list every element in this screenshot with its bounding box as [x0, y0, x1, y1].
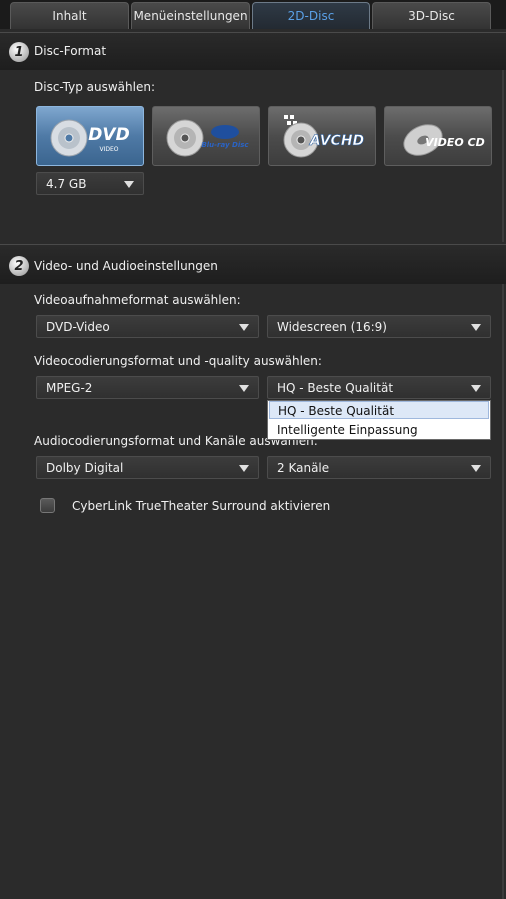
dvd-sub-text: VIDEO [99, 146, 118, 153]
quality-dropdown[interactable]: HQ - Beste Qualität [267, 376, 491, 399]
chevron-down-icon [471, 465, 481, 472]
disc-type-bluray-button[interactable]: Blu-ray Disc [152, 106, 260, 166]
disc-type-videocd-button[interactable]: VIDEO CD [384, 106, 492, 166]
aspect-ratio-dropdown[interactable]: Widescreen (16:9) [267, 315, 491, 338]
videocd-logo-text: VIDEO CD [425, 136, 485, 149]
video-record-format-label: Videoaufnahmeformat auswählen: [34, 293, 241, 307]
chevron-down-icon [239, 324, 249, 331]
quality-option-smart-fit[interactable]: Intelligente Einpassung [269, 421, 489, 439]
quality-option-hq[interactable]: HQ - Beste Qualität [269, 401, 489, 419]
dvd-video-icon: DVD VIDEO [50, 119, 130, 157]
chevron-down-icon [124, 181, 134, 188]
bluray-logo-text: Blu-ray Disc [201, 141, 249, 149]
avchd-icon: AVCHD [283, 115, 364, 158]
disc-type-avchd-button[interactable]: AVCHD [268, 106, 376, 166]
tab-bar: Inhalt Menüeinstellungen 2D-Disc 3D-Disc [0, 0, 506, 29]
step-number-badge: 1 [9, 42, 29, 62]
disc-type-label: Disc-Typ auswählen: [34, 80, 155, 94]
section-video-audio-header: 2 Video- und Audioeinstellungen [0, 244, 506, 284]
audio-codec-dropdown[interactable]: Dolby Digital [36, 456, 259, 479]
surround-checkbox-label: CyberLink TrueTheater Surround aktiviere… [72, 499, 331, 513]
tab-inhalt[interactable]: Inhalt [10, 2, 129, 29]
dvd-logo-text: DVD [88, 125, 129, 145]
section-title: Video- und Audioeinstellungen [34, 259, 218, 273]
dropdown-value: 4.7 GB [46, 177, 87, 191]
section-title: Disc-Format [34, 44, 107, 58]
dropdown-value: HQ - Beste Qualität [277, 381, 394, 395]
dropdown-value: MPEG-2 [46, 381, 93, 395]
tab-label: Inhalt [52, 9, 87, 23]
chevron-down-icon [239, 385, 249, 392]
tab-3d-disc[interactable]: 3D-Disc [372, 2, 491, 29]
chevron-down-icon [239, 465, 249, 472]
video-record-format-dropdown[interactable]: DVD-Video [36, 315, 259, 338]
video-codec-label: Videocodierungsformat und -quality auswä… [34, 354, 322, 368]
step-number-badge: 2 [9, 256, 29, 276]
chevron-down-icon [471, 324, 481, 331]
video-codec-dropdown[interactable]: MPEG-2 [36, 376, 259, 399]
section-border [502, 70, 504, 242]
disc-type-dvd-button[interactable]: DVD VIDEO [36, 106, 144, 166]
dropdown-value: Widescreen (16:9) [277, 320, 387, 334]
chevron-down-icon [471, 385, 481, 392]
section-border [502, 284, 504, 899]
tab-menueinstellungen[interactable]: Menüeinstellungen [131, 2, 250, 29]
disc-capacity-dropdown[interactable]: 4.7 GB [36, 172, 144, 195]
dropdown-value: DVD-Video [46, 320, 110, 334]
audio-channels-dropdown[interactable]: 2 Kanäle [267, 456, 491, 479]
avchd-logo-text: AVCHD [309, 133, 364, 149]
tab-label: 2D-Disc [287, 9, 335, 23]
blu-ray-disc-icon: Blu-ray Disc [166, 119, 249, 157]
video-cd-icon: VIDEO CD [403, 124, 485, 156]
tab-2d-disc[interactable]: 2D-Disc [252, 2, 370, 29]
surround-checkbox[interactable] [40, 498, 55, 513]
dropdown-value: 2 Kanäle [277, 461, 330, 475]
tab-label: Menüeinstellungen [133, 9, 248, 23]
section-disc-format-header: 1 Disc-Format [0, 32, 506, 70]
quality-options-list: HQ - Beste Qualität Intelligente Einpass… [267, 400, 491, 440]
tab-label: 3D-Disc [408, 9, 455, 23]
dropdown-value: Dolby Digital [46, 461, 124, 475]
